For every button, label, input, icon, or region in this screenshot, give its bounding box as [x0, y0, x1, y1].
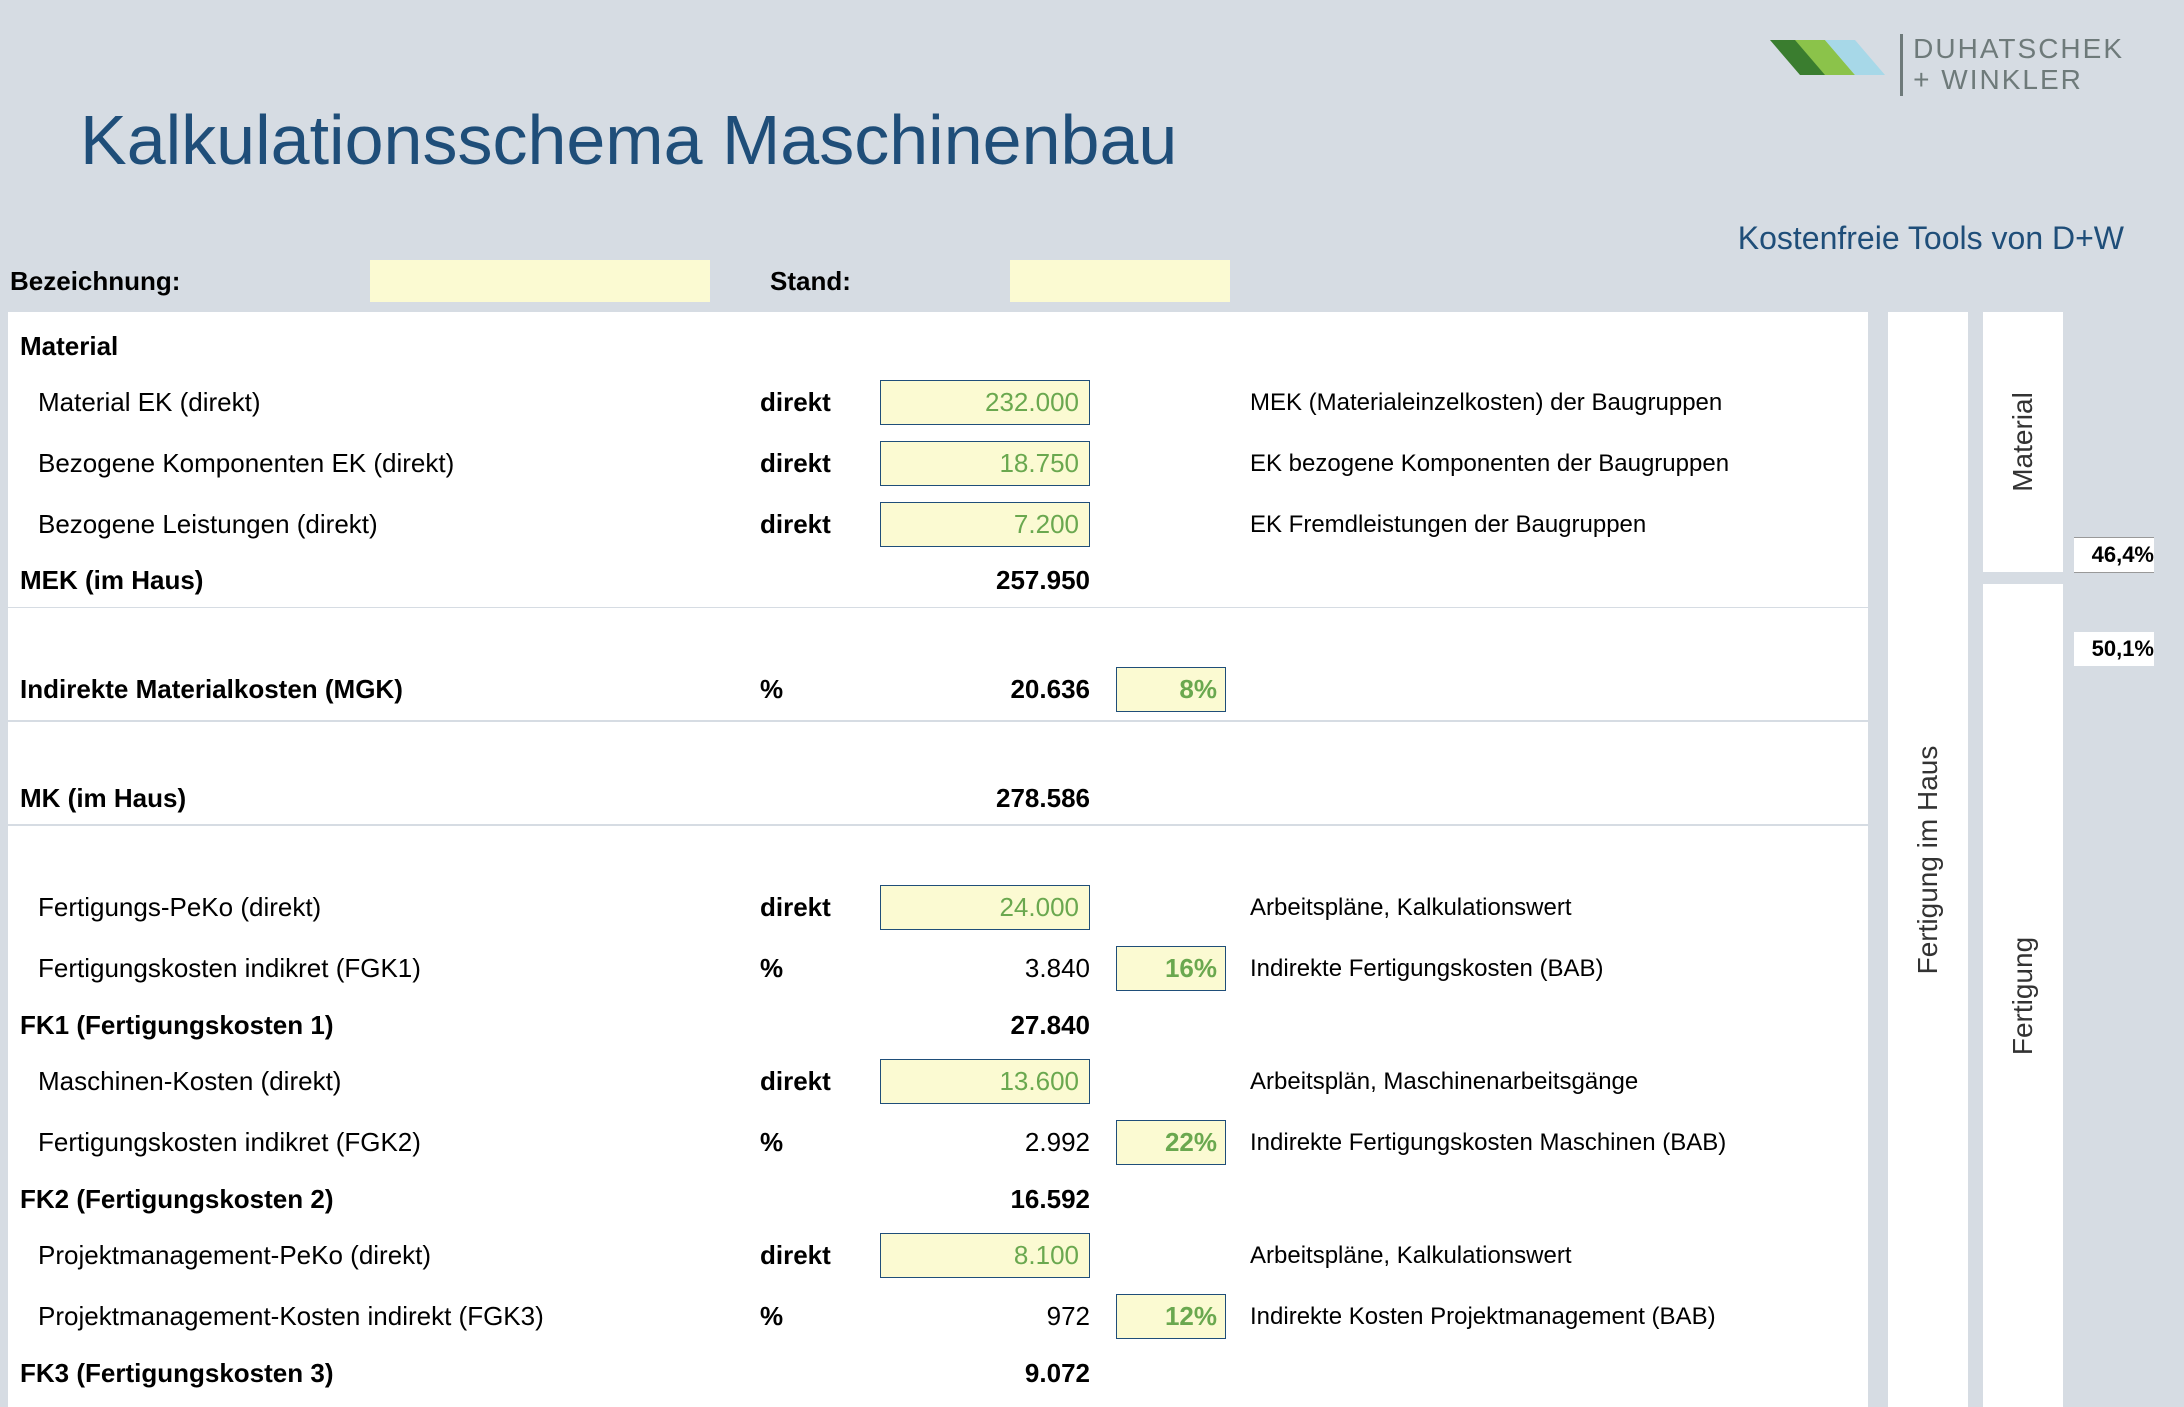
- row-note: Indirekte Fertigungskosten Maschinen (BA…: [1238, 1112, 1868, 1173]
- row-label: Projektmanagement-Kosten indirekt (FGK3): [8, 1286, 748, 1347]
- input-amount-komponenten-ek[interactable]: 18.750: [880, 441, 1090, 486]
- row-amount: 3.840: [868, 938, 1104, 999]
- row-type: direkt: [748, 877, 868, 938]
- row-amount: 972: [868, 1286, 1104, 1347]
- fk3-value: 9.072: [868, 1347, 1104, 1399]
- row-label: Fertigungskosten indikret (FGK1): [8, 938, 748, 999]
- fk2-value: 16.592: [868, 1173, 1104, 1225]
- mk-value: 278.586: [868, 773, 1104, 825]
- brand-text-2: + WINKLER: [1913, 65, 2124, 96]
- fk2-label: FK2 (Fertigungskosten 2): [8, 1173, 748, 1225]
- row-note: EK bezogene Komponenten der Baugruppen: [1238, 433, 1868, 494]
- row-type: direkt: [748, 433, 868, 494]
- row-note: Arbeitspläne, Kalkulationswert: [1238, 877, 1868, 938]
- side-label: Material: [2007, 392, 2039, 492]
- fk3-label: FK3 (Fertigungskosten 3): [8, 1347, 748, 1399]
- row-label: Fertigungs-PeKo (direkt): [8, 877, 748, 938]
- fk1-label: FK1 (Fertigungskosten 1): [8, 999, 748, 1051]
- mk-label: MK (im Haus): [8, 773, 748, 825]
- mek-sum-label: MEK (im Haus): [8, 555, 748, 607]
- row-label: Fertigungskosten indikret (FGK2): [8, 1112, 748, 1173]
- input-bezeichnung[interactable]: [370, 260, 710, 302]
- input-pct-fgk3[interactable]: 12%: [1116, 1294, 1226, 1339]
- mgk-type: %: [748, 659, 868, 721]
- main-panel: Material Material EK (direkt) direkt 232…: [8, 312, 1868, 1407]
- row-type: direkt: [748, 1225, 868, 1286]
- brand-text-1: DUHATSCHEK: [1913, 34, 2124, 65]
- pct-mk: 50,1%: [2074, 632, 2154, 666]
- row-note: EK Fremdleistungen der Baugruppen: [1238, 494, 1868, 555]
- fk1-value: 27.840: [868, 999, 1104, 1051]
- input-pct-mgk[interactable]: 8%: [1116, 667, 1226, 712]
- label-stand: Stand:: [770, 266, 990, 297]
- side-fertigung-im-haus: Fertigung im Haus: [1888, 312, 1968, 1407]
- pct-material: 46,4%: [2074, 537, 2154, 573]
- side-label: Fertigung: [2007, 936, 2039, 1054]
- row-note: MEK (Materialeinzelkosten) der Baugruppe…: [1238, 372, 1868, 433]
- row-type: direkt: [748, 372, 868, 433]
- side-percentages: 46,4% 50,1%: [2078, 312, 2158, 1407]
- tools-link[interactable]: Kostenfreie Tools von D+W: [1738, 220, 2124, 257]
- row-note: Arbeitsplän, Maschinenarbeitsgänge: [1238, 1051, 1868, 1112]
- mgk-value: 20.636: [868, 659, 1104, 721]
- section-material: Material: [8, 320, 1868, 372]
- row-label: Bezogene Komponenten EK (direkt): [8, 433, 748, 494]
- input-amount-pm-peko[interactable]: 8.100: [880, 1233, 1090, 1278]
- row-label: Material EK (direkt): [8, 372, 748, 433]
- brand-logo: DUHATSCHEK + WINKLER: [1770, 30, 2124, 100]
- mgk-label: Indirekte Materialkosten (MGK): [8, 659, 748, 721]
- label-bezeichnung: Bezeichnung:: [10, 266, 350, 297]
- row-note: Indirekte Fertigungskosten (BAB): [1238, 938, 1868, 999]
- row-type: %: [748, 1286, 868, 1347]
- side-fertigung: Fertigung: [1983, 584, 2063, 1407]
- input-pct-fgk1[interactable]: 16%: [1116, 946, 1226, 991]
- brand-chevron-icon: [1770, 30, 1890, 100]
- page-title: Kalkulationsschema Maschinenbau: [80, 100, 1177, 180]
- row-type: direkt: [748, 1051, 868, 1112]
- row-label: Maschinen-Kosten (direkt): [8, 1051, 748, 1112]
- side-label: Fertigung im Haus: [1912, 745, 1944, 974]
- input-amount-maschinen[interactable]: 13.600: [880, 1059, 1090, 1104]
- input-amount-leistungen-ek[interactable]: 7.200: [880, 502, 1090, 547]
- row-amount: 2.992: [868, 1112, 1104, 1173]
- mek-sum-value: 257.950: [868, 555, 1104, 607]
- row-type: direkt: [748, 494, 868, 555]
- input-amount-material-ek[interactable]: 232.000: [880, 380, 1090, 425]
- row-note: Arbeitspläne, Kalkulationswert: [1238, 1225, 1868, 1286]
- row-note: Indirekte Kosten Projektmanagement (BAB): [1238, 1286, 1868, 1347]
- row-type: %: [748, 1112, 868, 1173]
- side-material: Material: [1983, 312, 2063, 572]
- row-label: Bezogene Leistungen (direkt): [8, 494, 748, 555]
- row-type: %: [748, 938, 868, 999]
- input-amount-fert-peko[interactable]: 24.000: [880, 885, 1090, 930]
- row-label: Projektmanagement-PeKo (direkt): [8, 1225, 748, 1286]
- input-pct-fgk2[interactable]: 22%: [1116, 1120, 1226, 1165]
- input-stand[interactable]: [1010, 260, 1230, 302]
